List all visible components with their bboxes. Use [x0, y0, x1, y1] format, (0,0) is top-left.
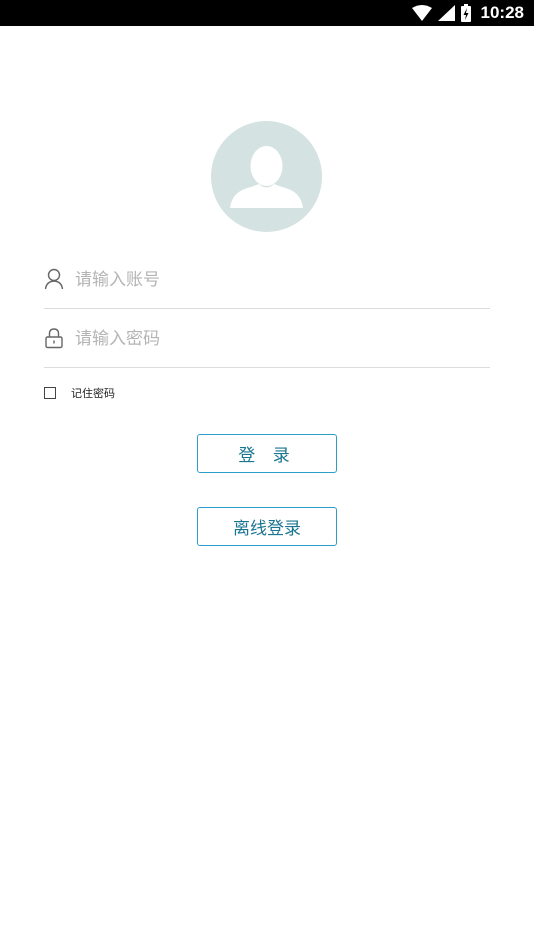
user-avatar-icon [230, 146, 303, 208]
offline-login-button[interactable]: 离线登录 [197, 507, 337, 546]
lock-icon [45, 328, 63, 349]
avatar [211, 121, 322, 232]
password-field [44, 317, 490, 368]
remember-password: 记住密码 [44, 385, 115, 401]
remember-password-label: 记住密码 [71, 387, 115, 400]
battery-icon [460, 4, 471, 22]
signal-icon [437, 5, 455, 21]
user-icon [44, 268, 64, 290]
wifi-icon [411, 5, 432, 21]
account-field [44, 258, 490, 309]
status-bar: 10:28 [0, 0, 534, 26]
account-input[interactable] [75, 266, 475, 294]
password-input[interactable] [75, 325, 475, 353]
login-button[interactable]: 登 录 [197, 434, 337, 473]
remember-password-checkbox[interactable] [44, 387, 56, 399]
status-icons: 10:28 [411, 0, 524, 26]
status-time: 10:28 [480, 3, 524, 22]
